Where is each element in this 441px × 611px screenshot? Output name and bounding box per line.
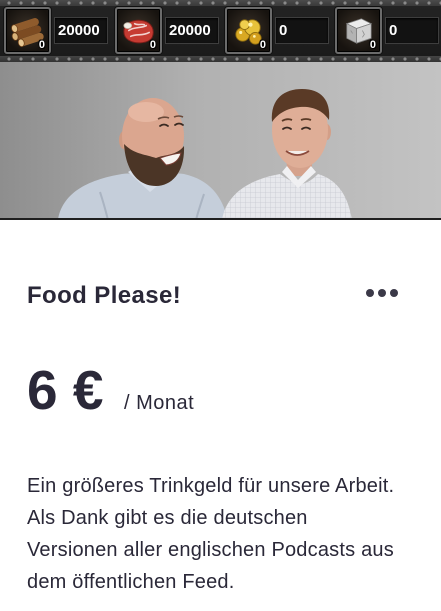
resource-icon-frame: 0 <box>115 7 162 54</box>
resource-amount: 20000 <box>54 17 108 44</box>
description-line: Versionen aller englischen Podcasts aus <box>27 539 394 561</box>
resource-stone: 0 0 <box>335 0 441 62</box>
resource-badge: 0 <box>38 39 45 51</box>
header-photo <box>0 62 441 220</box>
description-line: dem öffentlichen Feed. <box>27 571 235 593</box>
resource-amount: 0 <box>275 17 329 44</box>
more-horizontal-icon <box>366 289 400 297</box>
resource-icon-frame: 0 <box>225 7 272 54</box>
tier-title: Food Please! <box>27 282 182 309</box>
resource-wood: 0 20000 <box>4 0 110 62</box>
resource-amount: 0 <box>385 17 439 44</box>
more-dot <box>378 289 386 297</box>
resource-icon-frame: 0 <box>4 7 51 54</box>
more-dot <box>390 289 398 297</box>
resource-meat: 0 20000 <box>115 0 221 62</box>
resource-amount: 20000 <box>165 17 219 44</box>
resource-gold: 0 0 <box>225 0 331 62</box>
more-options-button[interactable] <box>366 289 400 299</box>
resource-badge: 0 <box>259 39 266 51</box>
more-dot <box>366 289 374 297</box>
description-line: Ein größeres Trinkgeld für unsere Arbeit… <box>27 475 395 497</box>
resource-badge: 0 <box>149 39 156 51</box>
resource-bar: 0 20000 0 20000 0 0 0 0 <box>0 0 441 62</box>
tier-price: 6 € <box>27 359 104 421</box>
description-line: Als Dank gibt es die deutschen <box>27 507 308 529</box>
tier-period: / Monat <box>124 392 195 414</box>
tier-description: Ein größeres Trinkgeld für unsere Arbeit… <box>27 470 394 598</box>
tier-card: Food Please! 6 € / Monat Ein größeres Tr… <box>0 220 441 611</box>
resource-badge: 0 <box>369 39 376 51</box>
resource-icon-frame: 0 <box>335 7 382 54</box>
